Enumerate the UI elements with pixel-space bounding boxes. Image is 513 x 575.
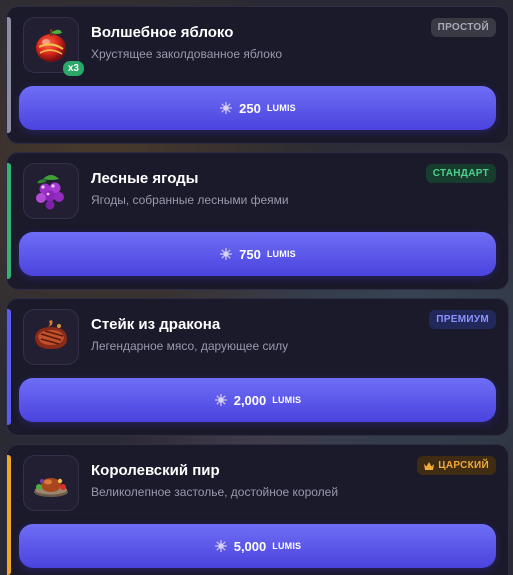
item-description: Хрустящее заколдованное яблоко: [91, 47, 283, 61]
currency-label: LUMIS: [272, 395, 302, 405]
tier-accent-bar: [7, 17, 11, 133]
tier-label: ЦАРСКИЙ: [438, 460, 489, 471]
dragon-steak-icon: [35, 320, 67, 349]
item-thumbnail: x3: [23, 17, 84, 76]
currency-label: LUMIS: [272, 541, 302, 551]
lumis-coin-icon: [214, 540, 227, 552]
magic-apple-icon: [36, 29, 66, 62]
currency-label: LUMIS: [266, 249, 296, 259]
item-thumbnail: [23, 309, 79, 365]
price-amount: 2,000: [233, 392, 267, 408]
price-amount: 250: [239, 100, 261, 116]
shop-item-card: Стейк из дракона Легендарное мясо, дарую…: [6, 298, 509, 436]
tier-accent-bar: [7, 455, 11, 575]
buy-button[interactable]: 750 LUMIS: [19, 232, 496, 276]
buy-button[interactable]: 5,000 LUMIS: [19, 524, 496, 568]
item-title: Волшебное яблоко: [91, 24, 234, 41]
shop-item-card: Королевский пир Великолепное застолье, д…: [6, 444, 509, 575]
price-amount: 5,000: [233, 538, 267, 554]
currency-label: LUMIS: [266, 103, 296, 113]
shop-item-card: x3 Волшебное яблоко Хрустящее заколдован…: [6, 6, 509, 144]
item-description: Ягоды, собранные лесными феями: [91, 193, 289, 207]
crown-icon: [424, 461, 435, 470]
price-amount: 750: [239, 246, 261, 262]
lumis-coin-icon: [220, 102, 233, 114]
tier-badge: СТАНДАРТ: [425, 164, 496, 183]
buy-button[interactable]: 250 LUMIS: [19, 86, 496, 130]
lumis-coin-icon: [220, 248, 233, 260]
quantity-badge: x3: [62, 61, 84, 76]
item-title: Лесные ягоды: [91, 170, 199, 187]
buy-button[interactable]: 2,000 LUMIS: [19, 378, 496, 422]
tier-badge: ЦАРСКИЙ: [417, 456, 496, 475]
item-title: Стейк из дракона: [91, 316, 221, 333]
forest-berries-icon: [36, 175, 64, 210]
shop-item-card: Лесные ягоды Ягоды, собранные лесными фе…: [6, 152, 509, 290]
tier-badge: ПРОСТОЙ: [430, 18, 496, 37]
item-description: Легендарное мясо, дарующее силу: [91, 339, 289, 353]
royal-feast-icon: [34, 478, 68, 497]
item-thumbnail: [23, 455, 79, 511]
tier-accent-bar: [7, 163, 11, 279]
item-thumbnail: [23, 163, 79, 219]
lumis-coin-icon: [214, 394, 227, 406]
tier-badge: ПРЕМИУМ: [429, 310, 496, 329]
item-title: Королевский пир: [91, 462, 220, 479]
tier-accent-bar: [7, 309, 11, 425]
item-description: Великолепное застолье, достойное королей: [91, 485, 339, 499]
